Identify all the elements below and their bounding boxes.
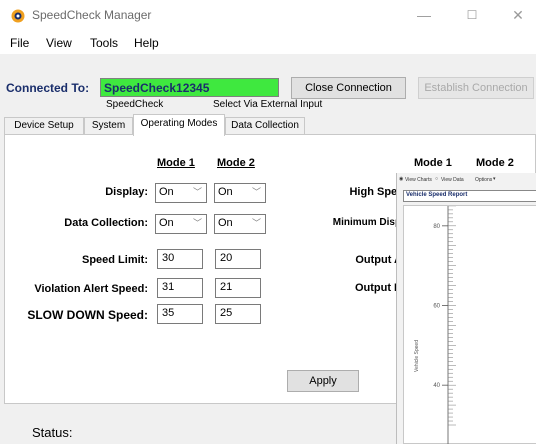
data-collection-mode1-value: On — [159, 217, 174, 229]
data-collection-mode1-select[interactable]: On ﹀ — [155, 214, 207, 234]
slow-down-label: SLOW DOWN Speed: — [27, 308, 148, 322]
connected-device-field: SpeedCheck12345 — [100, 78, 279, 97]
options-dropdown-icon: ▾ — [493, 176, 496, 182]
display-mode1-value: On — [159, 186, 174, 198]
tab-system[interactable]: System — [84, 117, 133, 135]
speed-chart: 80 60 40 Vehicle Speed — [414, 185, 456, 444]
window-title: SpeedCheck Manager — [32, 8, 152, 22]
minimum-display-label: Minimum Display — [332, 217, 396, 228]
violation-alert-label: Violation Alert Speed: — [34, 283, 148, 295]
slow-down-mode1-input[interactable]: 35 — [157, 304, 203, 324]
data-collection-label: Data Collection: — [64, 217, 148, 229]
speed-limit-label: Speed Limit: — [81, 254, 148, 266]
violation-alert-mode2-input[interactable]: 21 — [215, 278, 261, 298]
menu-bar — [0, 30, 536, 54]
connected-to-label: Connected To: — [6, 81, 90, 95]
data-collection-mode2-select[interactable]: On ﹀ — [214, 214, 266, 234]
right-mode2-header: Mode 2 — [476, 157, 514, 169]
options-menu[interactable]: Options — [475, 177, 492, 183]
menu-view[interactable]: View — [46, 36, 72, 50]
high-speed-label: High Speed — [349, 186, 396, 198]
display-mode1-select[interactable]: On ﹀ — [155, 183, 207, 203]
speed-limit-mode1-input[interactable]: 30 — [157, 249, 203, 269]
report-tab[interactable]: Vehicle Speed Report — [403, 190, 536, 202]
display-label: Display: — [105, 186, 148, 198]
menu-file[interactable]: File — [10, 36, 29, 50]
radio-view-data-label: View Data — [441, 177, 464, 183]
data-collection-mode2-value: On — [218, 217, 233, 229]
menu-help[interactable]: Help — [134, 36, 159, 50]
tab-data-collection[interactable]: Data Collection — [225, 117, 305, 135]
right-mode1-header: Mode 1 — [414, 157, 452, 169]
device-type-label: SpeedCheck — [106, 99, 164, 110]
establish-connection-button[interactable]: Establish Connection — [418, 77, 534, 99]
status-label: Status: — [32, 425, 73, 440]
y-axis-label: Vehicle Speed — [414, 340, 420, 372]
chevron-down-icon: ﹀ — [192, 187, 202, 197]
close-connection-button[interactable]: Close Connection — [291, 77, 406, 99]
apply-button[interactable]: Apply — [287, 370, 359, 392]
chevron-down-icon: ﹀ — [251, 187, 261, 197]
violation-alert-mode1-input[interactable]: 31 — [157, 278, 203, 298]
speed-limit-mode2-input[interactable]: 20 — [215, 249, 261, 269]
chart-area: 80 60 40 Vehicle Speed — [403, 185, 536, 444]
chevron-down-icon: ﹀ — [192, 218, 202, 228]
right-column-clip: High Speed Minimum Display Output A Outp… — [270, 150, 396, 320]
close-icon[interactable]: ✕ — [508, 6, 528, 24]
display-mode2-value: On — [218, 186, 233, 198]
output-b-label: Output B — [354, 282, 396, 294]
maximize-icon[interactable]: ☐ — [462, 6, 482, 24]
y-tick-label: 80 — [433, 224, 440, 230]
tab-device-setup[interactable]: Device Setup — [4, 117, 84, 135]
chevron-down-icon: ﹀ — [251, 218, 261, 228]
speedcheck-logo-icon — [11, 9, 25, 23]
tab-operating-modes[interactable]: Operating Modes — [133, 114, 225, 136]
y-tick-label: 40 — [433, 383, 440, 389]
menu-tools[interactable]: Tools — [90, 36, 118, 50]
minimize-icon[interactable]: — — [414, 6, 434, 24]
chart-options-bar: ◉ View Charts ○ View Data Options ▾ — [397, 176, 536, 188]
select-source-label: Select Via External Input — [213, 99, 323, 110]
display-mode2-select[interactable]: On ﹀ — [214, 183, 266, 203]
radio-view-charts-label: View Charts — [405, 177, 432, 183]
radio-view-data-icon[interactable]: ○ — [435, 176, 438, 182]
output-a-label: Output A — [355, 254, 396, 266]
vehicle-speed-report-window: ◉ View Charts ○ View Data Options ▾ Vehi… — [396, 173, 536, 444]
radio-view-charts-icon[interactable]: ◉ — [399, 176, 403, 182]
mode2-header: Mode 2 — [217, 157, 255, 169]
y-tick-label: 60 — [433, 304, 440, 310]
slow-down-mode2-input[interactable]: 25 — [215, 304, 261, 324]
mode1-header: Mode 1 — [157, 157, 195, 169]
